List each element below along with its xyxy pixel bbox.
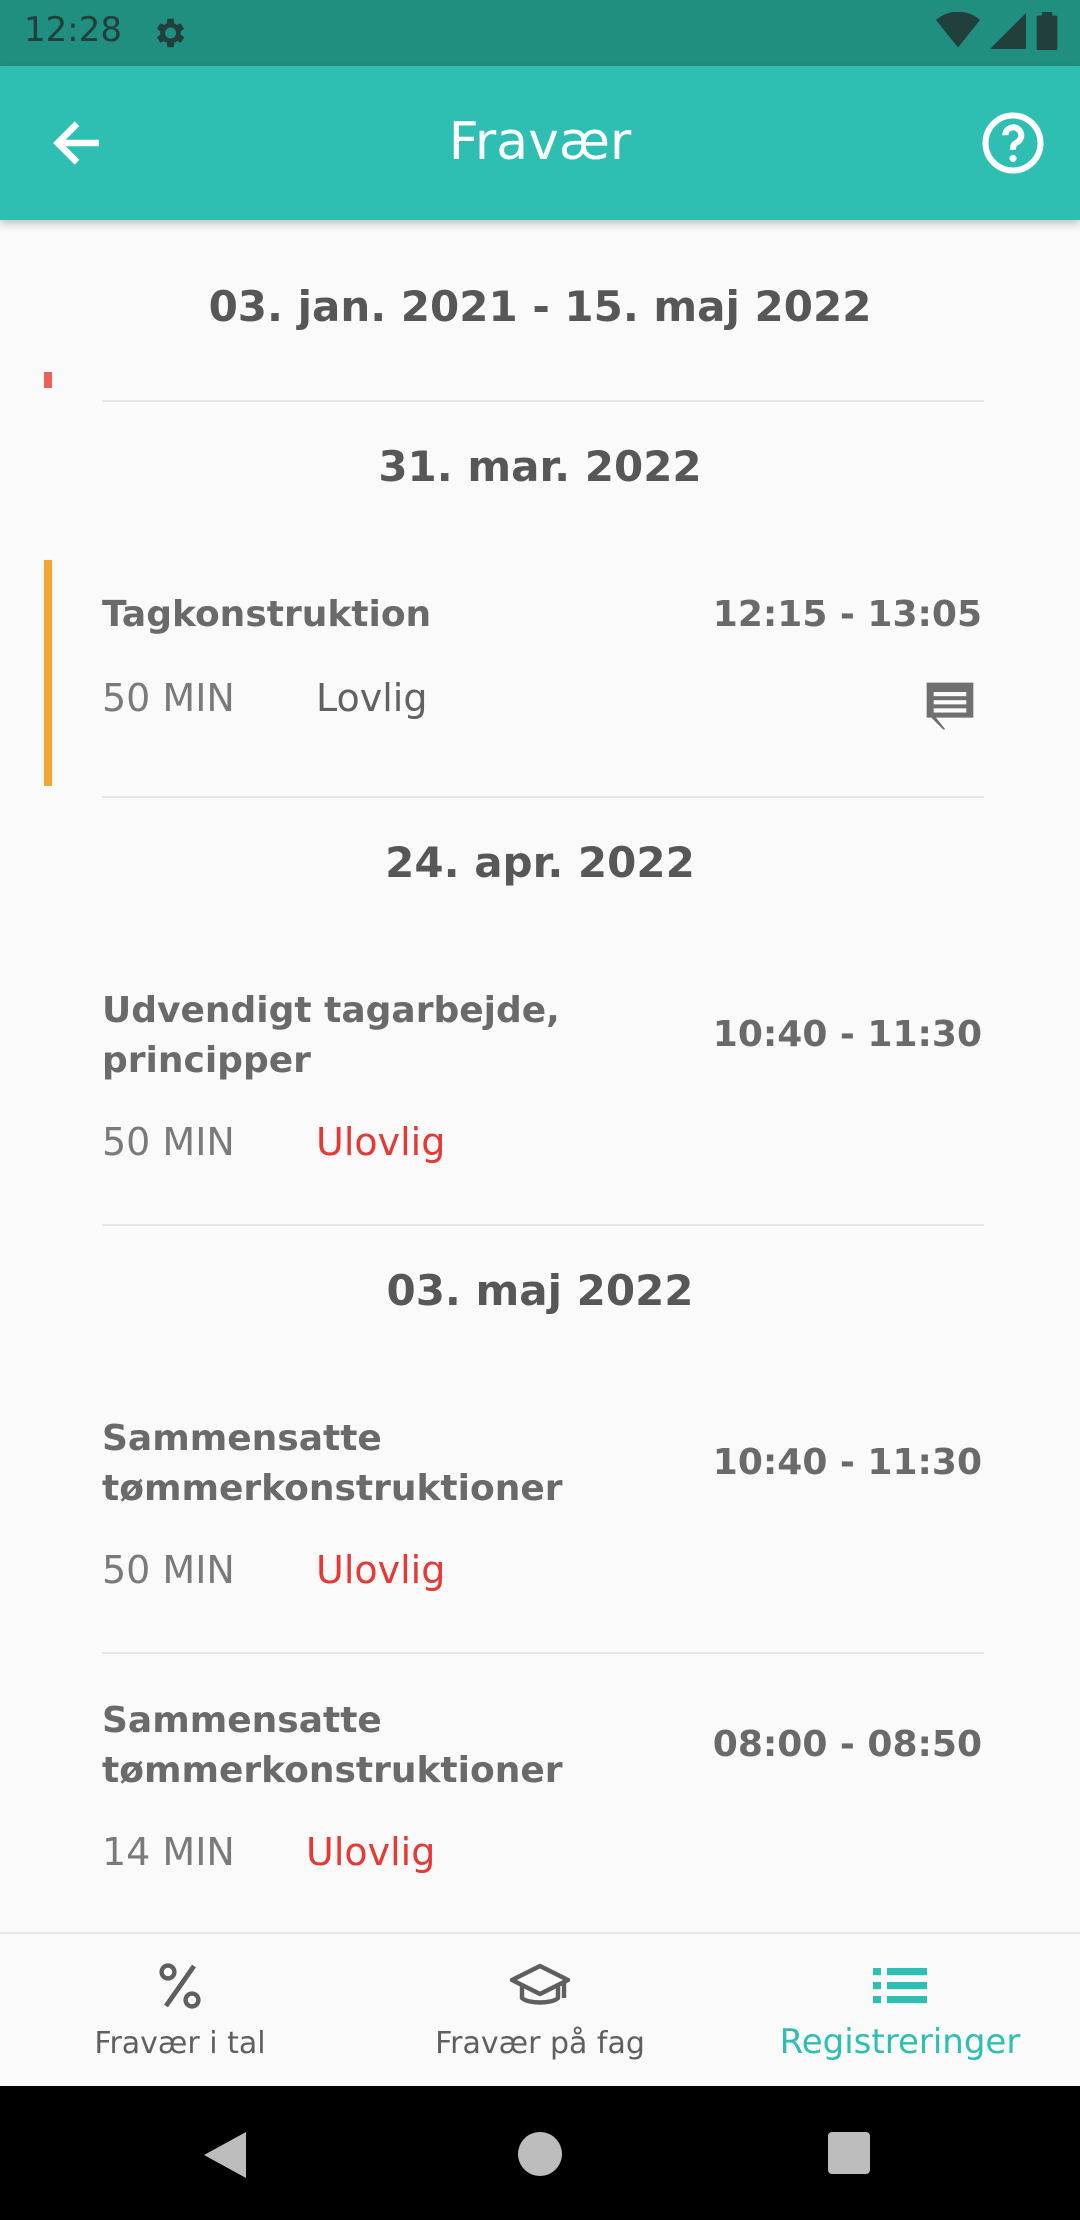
nav-label: Fravær på fag [435, 2026, 645, 2061]
divider [102, 1652, 984, 1654]
absence-minutes: 50 MIN [102, 1120, 235, 1164]
date-header: 24. apr. 2022 [385, 838, 695, 887]
battery-icon [1036, 12, 1058, 50]
subject-name: Sammensatte tømmerkonstruktioner [102, 1700, 563, 1791]
absence-minutes: 14 MIN [102, 1830, 235, 1874]
percent-icon [159, 1963, 201, 2009]
nav-item-registreringer[interactable]: Registreringer [720, 1934, 1080, 2088]
date-header: 31. mar. 2022 [378, 442, 702, 491]
nav-label: Registreringer [779, 2022, 1021, 2062]
recents-square-icon[interactable] [828, 2132, 870, 2174]
system-navigation-bar [0, 2086, 1080, 2220]
lesson-time: 10:40 - 11:30 [712, 1014, 982, 1055]
absence-minutes: 50 MIN [102, 676, 235, 720]
lesson-time: 10:40 - 11:30 [712, 1442, 982, 1483]
list-icon [873, 1968, 927, 2004]
graduation-cap-icon [509, 1963, 571, 2005]
absence-status: Ulovlig [316, 1548, 446, 1592]
subject-name: Sammensatte tømmerkonstruktioner [102, 1418, 563, 1509]
lesson-time: 12:15 - 13:05 [712, 594, 982, 635]
status-icons [936, 12, 1058, 50]
period-marker [44, 372, 52, 388]
nav-item-fravaer-paa-fag[interactable]: Fravær på fag [360, 1934, 720, 2088]
divider [102, 400, 984, 402]
date-header: 03. maj 2022 [386, 1266, 694, 1315]
absence-status: Lovlig [316, 676, 428, 720]
page-title: Fravær [448, 112, 632, 172]
app-bar: Fravær [0, 66, 1080, 220]
home-circle-icon[interactable] [518, 2132, 562, 2176]
subject-name: Udvendigt tagarbejde, principper [102, 990, 560, 1081]
absence-minutes: 50 MIN [102, 1548, 235, 1592]
status-bar: 12:28 [0, 0, 1080, 66]
status-time: 12:28 [24, 10, 122, 50]
divider [102, 1224, 984, 1226]
nav-label: Fravær i tal [94, 2026, 266, 2061]
subject-name: Tagkonstruktion [102, 594, 432, 635]
comment-icon[interactable] [920, 678, 980, 734]
divider [102, 796, 984, 798]
gear-icon [156, 18, 185, 48]
bottom-navigation: Fravær i tal Fravær på fag Registreringe… [0, 1932, 1080, 2086]
absence-status: Ulovlig [316, 1120, 446, 1164]
help-circle-icon[interactable] [980, 110, 1046, 176]
signal-icon [990, 13, 1026, 49]
nav-item-fravaer-i-tal[interactable]: Fravær i tal [0, 1934, 360, 2088]
back-triangle-icon[interactable] [204, 2132, 246, 2178]
lesson-time: 08:00 - 08:50 [712, 1724, 982, 1765]
absence-list[interactable]: 03. jan. 2021 - 15. maj 2022 31. mar. 20… [0, 220, 1080, 1932]
absence-status: Ulovlig [306, 1830, 436, 1874]
date-range[interactable]: 03. jan. 2021 - 15. maj 2022 [0, 282, 1080, 331]
legal-marker-bar [44, 560, 52, 786]
wifi-icon [936, 12, 980, 48]
